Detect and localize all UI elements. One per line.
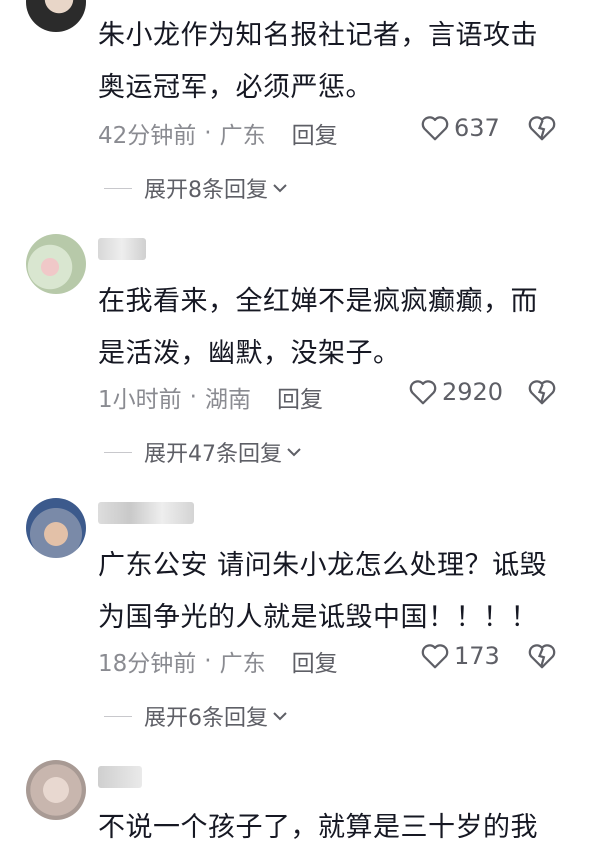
comment-location: 广东 (219, 123, 266, 149)
heart-icon (421, 116, 449, 141)
username-blurred[interactable] (98, 502, 194, 524)
comment-text-line: 为国争光的人就是诋毁中国！！！！ (98, 602, 538, 633)
dislike-icon (528, 116, 556, 141)
reply-button[interactable]: 回复 (277, 380, 323, 414)
reply-button[interactable]: 回复 (292, 644, 338, 678)
comment-text: 广东公安 请问朱小龙怎么处理？诋毁 为国争光的人就是诋毁中国！！！！ (98, 540, 568, 644)
divider-line (104, 451, 132, 453)
comment-text: 在我看来，全红婵不是疯疯癫癫，而 是活泼，幽默，没架子。 (98, 276, 568, 380)
divider-line (104, 187, 132, 189)
username-blurred[interactable] (98, 238, 146, 260)
avatar[interactable] (26, 498, 86, 558)
like-button[interactable]: 2920 (408, 378, 503, 406)
comment-text-line: 奥运冠军，必须严惩。 (98, 72, 373, 103)
dislike-button[interactable] (527, 378, 557, 410)
expand-replies-label: 展开8条回复 (144, 178, 268, 203)
comment-location: 湖南 (204, 387, 251, 413)
chevron-down-icon (273, 184, 287, 193)
like-button[interactable]: 637 (420, 114, 500, 142)
like-count: 637 (454, 114, 500, 142)
comment-time: 42分钟前 (98, 123, 197, 149)
comment-time: 18分钟前 (98, 651, 197, 677)
comment-text-line: 广东公安 请问朱小龙怎么处理？诋毁 (98, 550, 548, 581)
like-count: 173 (454, 642, 500, 670)
dislike-button[interactable] (527, 114, 557, 146)
divider-line (104, 715, 132, 717)
comment-meta: 42分钟前 · 广东 回复 (98, 116, 338, 150)
heart-icon (409, 380, 437, 405)
comment-text: 朱小龙作为知名报社记者，言语攻击 奥运冠军，必须严惩。 (98, 10, 568, 114)
comment-meta: 1小时前 · 湖南 回复 (98, 380, 323, 414)
reply-button[interactable]: 回复 (292, 116, 338, 150)
avatar[interactable] (26, 234, 86, 294)
comment-location: 广东 (219, 651, 266, 677)
comment-text-line: 朱小龙作为知名报社记者，言语攻击 (98, 20, 538, 51)
comment-text-line: 不说一个孩子了，就算是三十岁的我 (98, 812, 538, 843)
comment-text: 不说一个孩子了，就算是三十岁的我 (98, 802, 568, 854)
comment-time: 1小时前 (98, 387, 182, 413)
separator: · (189, 384, 197, 410)
expand-replies-button[interactable]: 展开47条回复 (104, 436, 302, 468)
like-button[interactable]: 173 (420, 642, 500, 670)
dislike-icon (528, 380, 556, 405)
username-blurred[interactable] (98, 766, 142, 788)
separator: · (204, 648, 212, 674)
expand-replies-label: 展开47条回复 (144, 442, 282, 467)
avatar[interactable] (26, 0, 86, 32)
dislike-icon (528, 644, 556, 669)
expand-replies-button[interactable]: 展开6条回复 (104, 700, 288, 732)
avatar[interactable] (26, 760, 86, 820)
expand-replies-button[interactable]: 展开8条回复 (104, 172, 288, 204)
like-count: 2920 (442, 378, 504, 406)
comment-text-line: 在我看来，全红婵不是疯疯癫癫，而 (98, 286, 538, 317)
dislike-button[interactable] (527, 642, 557, 674)
separator: · (204, 120, 212, 146)
chevron-down-icon (287, 448, 301, 457)
comment-text-line: 是活泼，幽默，没架子。 (98, 338, 401, 369)
comment-meta: 18分钟前 · 广东 回复 (98, 644, 338, 678)
chevron-down-icon (273, 712, 287, 721)
expand-replies-label: 展开6条回复 (144, 706, 268, 731)
heart-icon (421, 644, 449, 669)
